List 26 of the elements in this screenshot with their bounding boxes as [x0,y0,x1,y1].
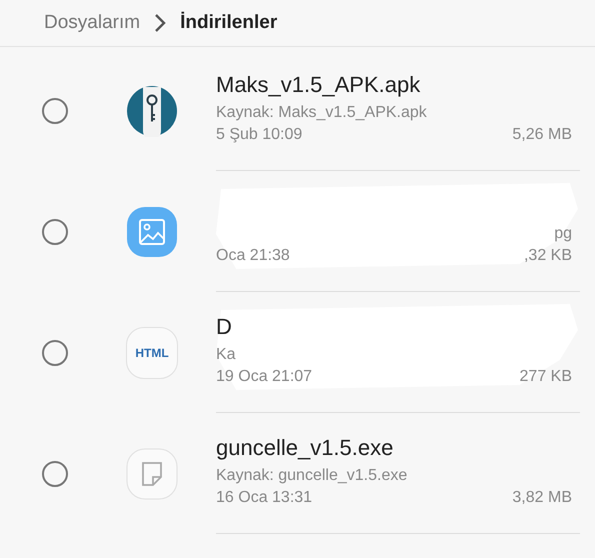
file-size: 3,82 MB [512,489,572,508]
file-size: 277 KB [520,368,572,387]
file-source: pg [553,225,572,244]
file-source: Ka [216,346,237,365]
radio-button[interactable] [42,98,68,124]
file-date: 5 Şub 10:09 [216,126,302,145]
file-name: guncelle_v1.5.exe [216,435,394,462]
file-icon [126,448,178,500]
file-name: D [216,314,232,341]
file-date: Oca 21:38 [216,247,290,266]
file-size: 5,26 MB [512,126,572,145]
file-date: 19 Oca 21:07 [216,368,312,387]
radio-button[interactable] [42,218,68,244]
file-name: Maks_v1.5_APK.apk [216,72,420,99]
file-source: Kaynak: guncelle_v1.5.exe [216,467,408,486]
radio-button[interactable] [42,340,68,366]
breadcrumb-item[interactable]: İndirilenler [180,12,278,34]
breadcrumb-item[interactable]: Dosyalarım [44,12,140,34]
file-source: Kaynak: Maks_v1.5_APK.apk [216,104,428,123]
key-icon [126,84,178,136]
html-file-icon: HTML [126,326,178,378]
image-icon [126,206,178,258]
radio-button[interactable] [42,460,68,486]
chevron-icon [154,13,166,33]
file-date: 16 Oca 13:31 [216,489,312,508]
file-size: ,32 KB [524,247,572,266]
